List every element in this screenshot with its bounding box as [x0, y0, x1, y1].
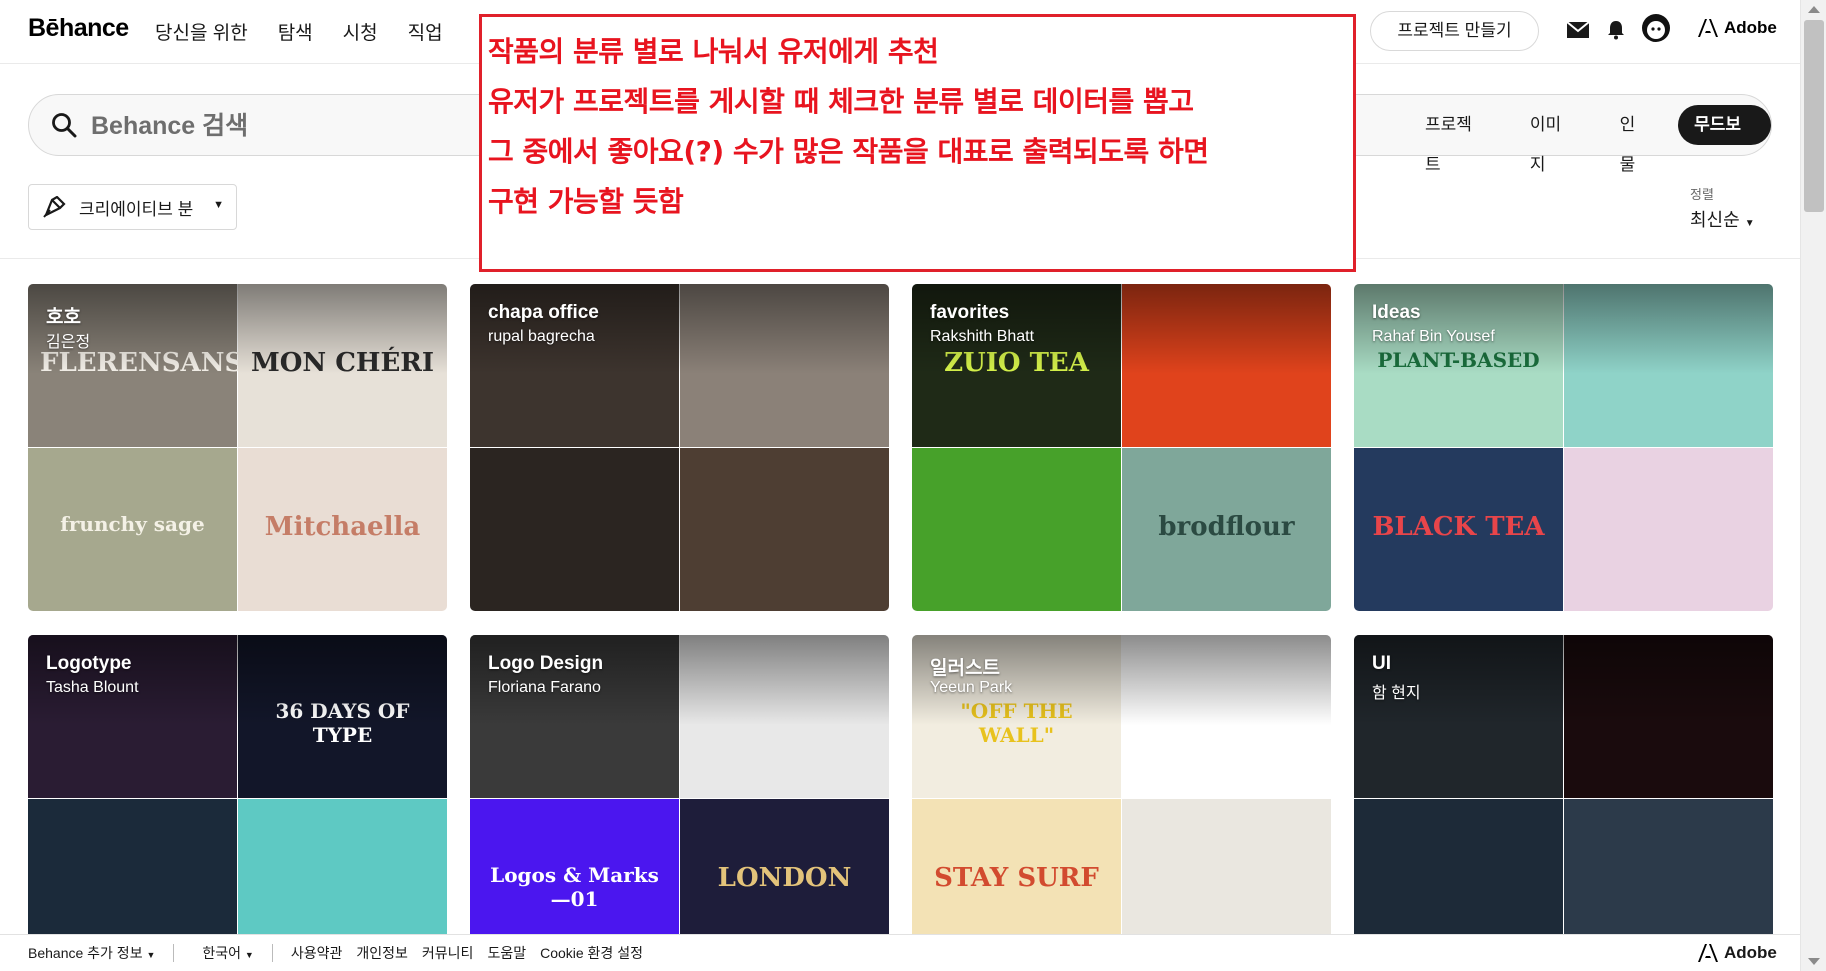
footer-more-info[interactable]: Behance 추가 정보 ▼: [28, 943, 155, 963]
thumbnail-text: Mitchaella: [264, 512, 421, 542]
moodboard-title[interactable]: 일러스트: [930, 653, 1000, 680]
moodboard-card[interactable]: 36 DAYS OF TYPELogotypeTasha Blount: [28, 635, 447, 962]
moodboard-card[interactable]: "OFF THE WALL"STAY SURF일러스트Yeeun Park: [912, 635, 1331, 962]
search-type-tabs: 프로젝트 이미지 인물 무드보드: [1409, 105, 1771, 174]
moodboard-title[interactable]: favorites: [930, 302, 1009, 324]
chevron-down-icon: ▼: [1744, 218, 1755, 229]
thumbnail-text: Logos & Marks—01: [490, 863, 659, 911]
create-project-button[interactable]: 프로젝트 만들기: [1370, 11, 1539, 51]
mail-icon[interactable]: [1564, 16, 1592, 44]
annotation-line: 구현 가능할 듯함: [488, 185, 684, 218]
moodboard-thumbnail: brodflour: [1122, 448, 1331, 611]
pen-tool-icon: [43, 196, 66, 218]
scroll-up-icon[interactable]: [1808, 6, 1820, 13]
footer-link-privacy[interactable]: 개인정보: [356, 943, 408, 963]
thumbnail-text: LONDON: [717, 863, 852, 893]
nav-watch[interactable]: 시청: [343, 18, 378, 45]
moodboard-thumbnail: [1564, 448, 1773, 611]
footer-separator: [271, 944, 273, 962]
tab-images[interactable]: 이미지: [1514, 105, 1592, 174]
moodboard-owner[interactable]: Tasha Blount: [46, 679, 139, 697]
footer: Behance 추가 정보 ▼ 한국어 ▼ 사용약관 개인정보 커뮤니티 도움말…: [0, 934, 1800, 971]
moodboard-title[interactable]: 호호: [46, 302, 81, 329]
moodboard-title[interactable]: Logotype: [46, 653, 132, 675]
thumbnail-text: brodflour: [1158, 512, 1295, 542]
thumbnail-text: BLACK TEA: [1372, 512, 1545, 542]
tab-people[interactable]: 인물: [1604, 105, 1666, 174]
scroll-thumb[interactable]: [1804, 20, 1824, 212]
nav-explore[interactable]: 탐색: [278, 18, 313, 45]
bell-icon[interactable]: [1602, 16, 1630, 44]
thumbnail-text: STAY SURF: [934, 863, 1099, 893]
moodboard-owner[interactable]: Yeeun Park: [930, 679, 1012, 697]
card-shade: [28, 284, 447, 374]
tab-projects[interactable]: 프로젝트: [1409, 105, 1502, 174]
sort-dropdown[interactable]: 정렬 최신순 ▼: [1690, 184, 1755, 232]
moodboard-card[interactable]: UI 함 현지: [1354, 635, 1773, 962]
footer-link-community[interactable]: 커뮤니티: [422, 943, 474, 963]
search-icon: [51, 112, 77, 143]
moodboard-thumbnail: BLACK TEA: [1354, 448, 1563, 611]
moodboard-owner[interactable]: Rahaf Bin Yousef: [1372, 328, 1495, 346]
annotation-line: 유저가 프로젝트를 게시할 때 체크한 분류 별로 데이터를 뽑고: [488, 85, 1194, 118]
footer-link-cookies[interactable]: Cookie 환경 설정: [540, 943, 643, 963]
tab-moodboards[interactable]: 무드보드: [1678, 105, 1771, 174]
moodboard-card[interactable]: Logos & Marks—01 LONDON Logo Design Florian…: [470, 635, 889, 962]
footer-link-help[interactable]: 도움말: [487, 943, 526, 963]
sort-label: 정렬: [1690, 187, 1714, 202]
adobe-link[interactable]: Adobe: [1698, 18, 1777, 38]
moodboard-title[interactable]: Logo Design: [488, 653, 603, 675]
footer-more-label: Behance 추가 정보: [28, 945, 143, 961]
nav-for-you[interactable]: 당신을 위한: [155, 18, 248, 45]
moodboard-owner[interactable]: 함 현지: [1372, 679, 1421, 703]
annotation-line: 작품의 분류 별로 나눠서 유저에게 추천: [488, 35, 939, 68]
nav-jobs[interactable]: 직업: [408, 18, 443, 45]
moodboard-thumbnail: frunchy sage: [28, 448, 237, 611]
annotation-box: 작품의 분류 별로 나눠서 유저에게 추천 유저가 프로젝트를 게시할 때 체크…: [479, 14, 1356, 272]
moodboard-card[interactable]: PLANT-BASEDBLACK TEAIdeasRahaf Bin Youse…: [1354, 284, 1773, 611]
filter-label: 크리에이티브 분: [79, 199, 194, 219]
moodboard-owner[interactable]: Floriana Farano: [488, 679, 601, 697]
moodboard-thumbnail: [680, 448, 889, 611]
moodboard-card[interactable]: ZUIO TEAbrodflourfavoritesRakshith Bhatt: [912, 284, 1331, 611]
footer-separator: [173, 944, 175, 962]
moodboard-title[interactable]: Ideas: [1372, 302, 1421, 324]
chevron-down-icon: ▼: [213, 199, 224, 211]
adobe-icon: [1698, 19, 1718, 37]
moodboard-title[interactable]: UI: [1372, 653, 1391, 675]
moodboard-thumbnail: [470, 448, 679, 611]
moodboard-card[interactable]: FLERENSANSMON CHÉRIfrunchy sageMitchaell…: [28, 284, 447, 611]
moodboard-owner[interactable]: 김은정: [46, 328, 90, 352]
adobe-label: Adobe: [1724, 943, 1777, 962]
main-nav: 당신을 위한 탐색 시청 직업: [155, 18, 443, 45]
language-label: 한국어: [202, 945, 242, 961]
footer-adobe-link[interactable]: Adobe: [1698, 943, 1777, 963]
annotation-line: 그 중에서 좋아요(?) 수가 많은 작품을 대표로 출력되도록 하면: [488, 135, 1209, 168]
creative-field-filter[interactable]: 크리에이티브 분 ▼: [28, 184, 237, 230]
language-select[interactable]: 한국어 ▼: [202, 943, 253, 963]
thumbnail-text: frunchy sage: [60, 512, 205, 536]
moodboard-thumbnail: Mitchaella: [238, 448, 447, 611]
behance-logo[interactable]: Bēhance: [28, 14, 129, 43]
avatar[interactable]: [1640, 12, 1672, 44]
page-scrollbar[interactable]: [1800, 0, 1826, 971]
moodboard-thumbnail: [912, 448, 1121, 611]
sort-value: 최신순: [1690, 210, 1740, 230]
moodboard-owner[interactable]: rupal bagrecha: [488, 328, 595, 346]
moodboard-owner[interactable]: Rakshith Bhatt: [930, 328, 1034, 346]
adobe-label: Adobe: [1724, 18, 1777, 37]
moodboard-title[interactable]: chapa office: [488, 302, 599, 324]
adobe-icon: [1698, 944, 1718, 962]
moodboard-card[interactable]: chapa office rupal bagrecha: [470, 284, 889, 611]
footer-link-terms[interactable]: 사용약관: [291, 943, 343, 963]
scroll-down-icon[interactable]: [1808, 958, 1820, 965]
